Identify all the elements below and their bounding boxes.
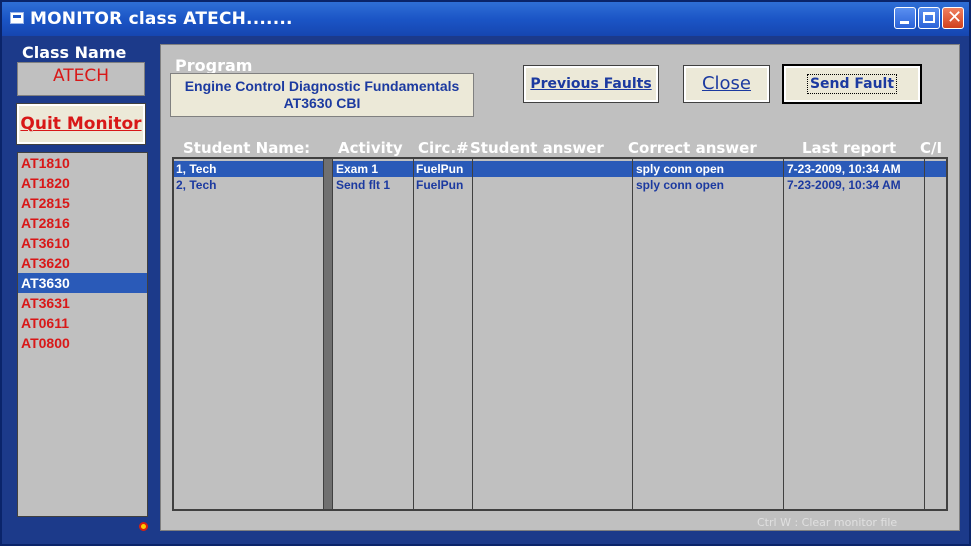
column-circ xyxy=(414,159,473,509)
class-list-item[interactable]: AT3620 xyxy=(18,253,147,273)
cell-activity: Exam 1 xyxy=(336,162,379,176)
maximize-icon[interactable] xyxy=(918,7,940,29)
header-activity[interactable]: Activity xyxy=(338,139,403,157)
quit-monitor-button[interactable]: Quit Monitor xyxy=(16,103,146,145)
app-icon xyxy=(10,12,24,24)
close-window-icon[interactable]: ✕ xyxy=(942,7,964,29)
minimize-icon[interactable] xyxy=(894,7,916,29)
close-button[interactable]: Close xyxy=(683,65,770,103)
header-circ[interactable]: Circ.# xyxy=(418,139,469,157)
class-name-box: ATECH xyxy=(17,62,145,96)
cell-activity: Send flt 1 xyxy=(336,178,391,192)
table-row-cells: 1, Tech Exam 1 FuelPun sply conn open 7-… xyxy=(174,161,946,177)
table-row-cells: 2, Tech Send flt 1 FuelPun sply conn ope… xyxy=(174,177,946,193)
cell-ci xyxy=(928,161,945,177)
program-title: Engine Control Diagnostic Fundamentals xyxy=(184,78,460,94)
class-list-item[interactable]: AT2815 xyxy=(18,193,147,213)
send-fault-button[interactable]: Send Fault xyxy=(782,64,922,104)
class-list-item[interactable]: AT0800 xyxy=(18,333,147,353)
cell-last-report: 7-23-2009, 10:34 AM xyxy=(787,178,901,192)
window-title: MONITOR class ATECH....... xyxy=(30,9,293,29)
cell-correct-answer: sply conn open xyxy=(636,178,725,192)
class-list[interactable]: AT1810 AT1820 AT2815 AT2816 AT3610 AT362… xyxy=(17,152,148,517)
cell-student-answer xyxy=(476,161,631,177)
class-list-item[interactable]: AT1810 xyxy=(18,153,147,173)
class-name-label: Class Name xyxy=(22,43,127,62)
program-box: Engine Control Diagnostic Fundamentals A… xyxy=(170,73,474,117)
cell-student-answer xyxy=(476,177,631,193)
previous-faults-button[interactable]: Previous Faults xyxy=(523,65,659,103)
quit-monitor-label: Quit Monitor xyxy=(20,114,142,134)
cell-circ: FuelPun xyxy=(416,178,464,192)
class-list-item-selected[interactable]: AT3630 xyxy=(18,273,147,293)
close-label: Close xyxy=(701,73,752,94)
cell-student: 1, Tech xyxy=(176,162,217,176)
class-list-item[interactable]: AT3631 xyxy=(18,293,147,313)
title-bar[interactable]: MONITOR class ATECH....... ✕ xyxy=(2,2,969,36)
column-last-report xyxy=(784,159,925,509)
cell-last-report: 7-23-2009, 10:34 AM xyxy=(787,162,901,176)
footer-hint: Ctrl W : Clear monitor file xyxy=(757,516,898,529)
class-name-value: ATECH xyxy=(52,66,110,86)
results-grid[interactable]: 1, Tech Exam 1 FuelPun sply conn open 7-… xyxy=(172,157,948,511)
cell-ci xyxy=(928,177,945,193)
cell-student: 2, Tech xyxy=(176,178,217,192)
column-activity xyxy=(333,159,414,509)
header-student-name[interactable]: Student Name: xyxy=(183,139,310,157)
send-fault-label: Send Fault xyxy=(806,74,898,94)
header-correct-answer[interactable]: Correct answer xyxy=(628,139,757,157)
column-student xyxy=(174,159,324,509)
column-student-answer xyxy=(473,159,633,509)
previous-faults-label: Previous Faults xyxy=(530,76,652,92)
class-list-item[interactable]: AT3610 xyxy=(18,233,147,253)
program-code: AT3630 CBI xyxy=(283,95,361,111)
class-list-item[interactable]: AT0611 xyxy=(18,313,147,333)
column-divider xyxy=(324,159,333,509)
column-correct-answer xyxy=(633,159,784,509)
status-indicator-icon xyxy=(139,522,148,531)
header-student-answer[interactable]: Student answer xyxy=(470,139,604,157)
header-last-report[interactable]: Last report xyxy=(802,139,896,157)
class-list-item[interactable]: AT1820 xyxy=(18,173,147,193)
class-list-item[interactable]: AT2816 xyxy=(18,213,147,233)
cell-circ: FuelPun xyxy=(416,162,464,176)
column-ci xyxy=(925,159,946,509)
header-ci[interactable]: C/I xyxy=(920,139,942,157)
cell-correct-answer: sply conn open xyxy=(636,162,725,176)
